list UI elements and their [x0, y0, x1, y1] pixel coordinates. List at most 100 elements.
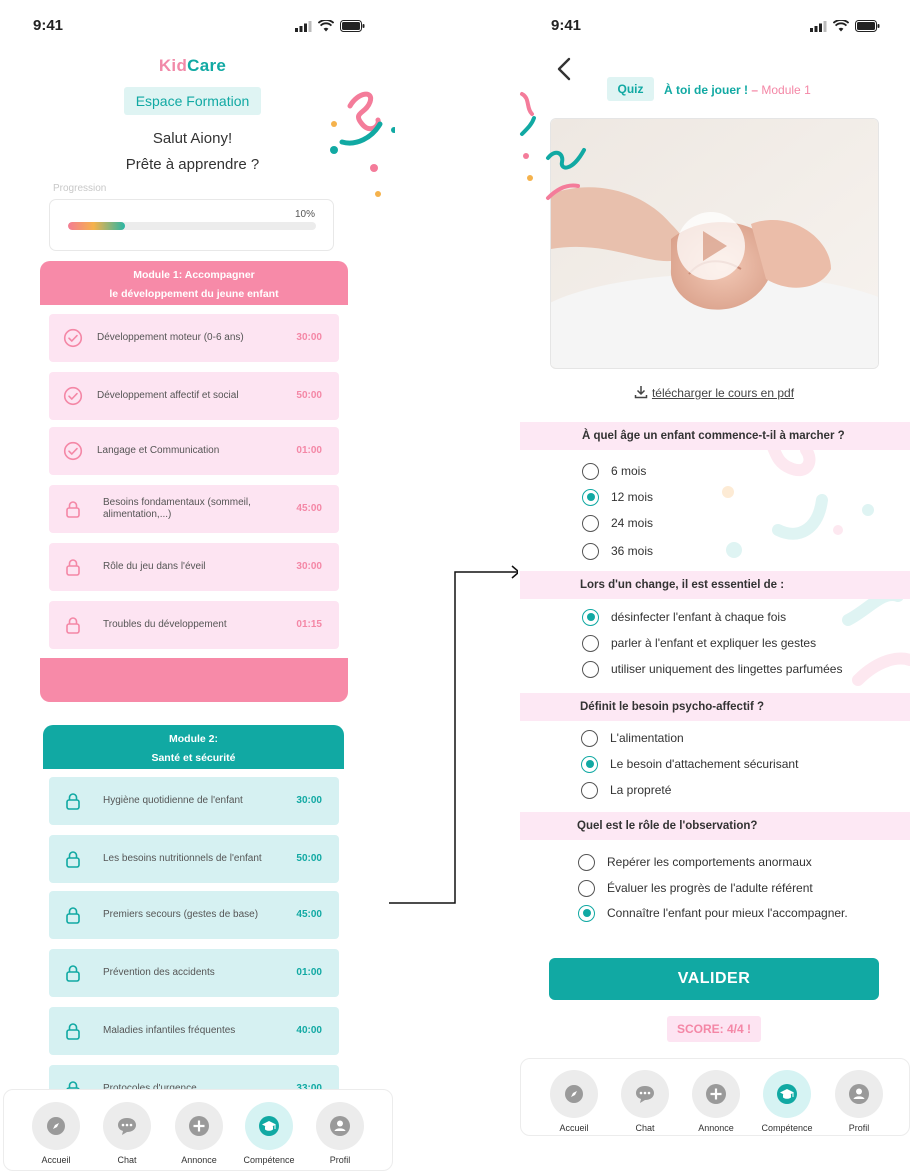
radio-button[interactable] — [582, 542, 599, 560]
lesson-row[interactable]: Rôle du jeu dans l'éveil 30:00 — [49, 543, 339, 591]
answer-label: 36 mois — [611, 544, 654, 558]
answer-option[interactable]: L'alimentation — [581, 729, 684, 747]
lesson-title: Hygiène quotidienne de l'enfant — [103, 795, 243, 806]
system-icons — [810, 20, 880, 32]
lesson-row[interactable]: Troubles du développement 01:15 — [49, 601, 339, 649]
status-time: 9:41 — [551, 17, 582, 34]
module1-header[interactable]: Module 1: Accompagner le développement d… — [40, 261, 348, 305]
radio-selected[interactable] — [581, 755, 598, 773]
lesson-duration: 01:00 — [296, 445, 322, 456]
radio-selected[interactable] — [582, 488, 599, 506]
module1-subtitle: le développement du jeune enfant — [109, 288, 279, 300]
answer-label: Repérer les comportements anormaux — [607, 855, 812, 869]
tab-accueil[interactable]: Accueil — [26, 1102, 86, 1165]
battery-icon — [855, 20, 880, 32]
answer-option[interactable]: 24 mois — [582, 514, 653, 532]
lesson-row[interactable]: Hygiène quotidienne de l'enfant 30:00 — [49, 777, 339, 825]
lesson-title: Premiers secours (gestes de base) — [103, 909, 259, 920]
lesson-title: Troubles du développement — [103, 619, 227, 630]
tab-comptence[interactable]: Compétence — [239, 1102, 299, 1165]
radio-button[interactable] — [582, 634, 599, 652]
tab-chat[interactable]: Chat — [97, 1102, 157, 1165]
logo-care: Care — [187, 56, 227, 75]
radio-selected[interactable] — [582, 608, 599, 626]
lesson-title: Développement moteur (0-6 ans) — [97, 332, 244, 343]
tab-label: Compétence — [243, 1155, 295, 1165]
answer-option[interactable]: 12 mois — [582, 488, 653, 506]
answer-option[interactable]: 6 mois — [582, 462, 646, 480]
answer-option[interactable]: Connaître l'enfant pour mieux l'accompag… — [578, 904, 848, 922]
tab-chat[interactable]: Chat — [615, 1070, 675, 1133]
answer-option[interactable]: désinfecter l'enfant à chaque fois — [582, 608, 786, 626]
lesson-duration: 30:00 — [296, 332, 322, 343]
check-circle-icon — [63, 441, 83, 461]
answer-option[interactable]: utiliser uniquement des lingettes parfum… — [582, 660, 842, 678]
lock-icon — [63, 905, 83, 925]
radio-button[interactable] — [582, 514, 599, 532]
module2-subtitle: Santé et sécurité — [151, 752, 236, 764]
answer-label: utiliser uniquement des lingettes parfum… — [611, 662, 843, 676]
signal-icon — [810, 20, 827, 32]
check-circle-icon — [63, 328, 83, 348]
radio-button[interactable] — [581, 781, 598, 799]
system-icons — [295, 20, 365, 32]
question-header: Lors d'un change, il est essentiel de : — [520, 571, 910, 599]
answer-option[interactable]: La propreté — [581, 781, 671, 799]
question-header: À quel âge un enfant commence-t-il à mar… — [520, 422, 910, 450]
back-arrow-icon[interactable] — [554, 56, 574, 82]
progress-label: Progression — [53, 183, 107, 194]
lesson-duration: 30:00 — [296, 561, 322, 572]
user-icon — [316, 1102, 364, 1150]
question-header: Quel est le rôle de l'observation? — [520, 812, 910, 840]
quiz-title: À toi de jouer ! – Module 1 — [664, 83, 811, 97]
lesson-duration: 01:15 — [296, 619, 322, 630]
tab-label: Annonce — [181, 1155, 217, 1165]
lesson-row[interactable]: Les besoins nutritionnels de l'enfant 50:… — [49, 835, 339, 883]
radio-button[interactable] — [578, 879, 595, 897]
radio-button[interactable] — [582, 660, 599, 678]
module1-footer — [40, 658, 348, 702]
validate-button[interactable]: VALIDER — [549, 958, 879, 1000]
lock-icon — [63, 849, 83, 869]
tab-accueil[interactable]: Accueil — [544, 1070, 604, 1133]
radio-button[interactable] — [578, 853, 595, 871]
tab-profil[interactable]: Profil — [310, 1102, 370, 1165]
lesson-title: Rôle du jeu dans l'éveil — [103, 561, 206, 572]
plus-icon — [175, 1102, 223, 1150]
download-pdf-link[interactable]: télécharger le cours en pdf — [518, 385, 910, 400]
radio-button[interactable] — [582, 462, 599, 480]
formation-screen: 9:41 KidCare Espace Formation Salut Aion… — [0, 0, 395, 1172]
answer-label: La propreté — [610, 783, 672, 797]
status-bar: 9:41 — [518, 16, 910, 38]
answer-label: 6 mois — [611, 464, 647, 478]
lesson-row[interactable]: Langage et Communication 01:00 — [49, 427, 339, 475]
tab-comptence[interactable]: Compétence — [757, 1070, 817, 1133]
video-player[interactable] — [550, 118, 879, 369]
tab-profil[interactable]: Profil — [829, 1070, 889, 1133]
lesson-row[interactable]: Maladies infantiles fréquentes 40:00 — [49, 1007, 339, 1055]
tab-annonce[interactable]: Annonce — [686, 1070, 746, 1133]
lesson-row[interactable]: Prévention des accidents 01:00 — [49, 949, 339, 997]
module2-header[interactable]: Module 2: Santé et sécurité — [43, 725, 344, 769]
answer-label: Connaître l'enfant pour mieux l'accompag… — [607, 906, 848, 920]
lesson-row[interactable]: Besoins fondamentaux (sommeil, alimentat… — [49, 485, 339, 533]
lesson-title: Développement affectif et social — [97, 390, 239, 401]
bottom-tab-bar: Accueil Chat Annonce Compétence Profil — [520, 1058, 910, 1136]
lesson-row[interactable]: Développement affectif et social 50:00 — [49, 372, 339, 420]
compass-icon — [32, 1102, 80, 1150]
answer-option[interactable]: Le besoin d'attachement sécurisant — [581, 755, 798, 773]
answer-label: Évaluer les progrès de l'adulte référent — [607, 881, 813, 895]
lock-icon — [63, 557, 83, 577]
status-bar: 9:41 — [0, 16, 395, 38]
answer-option[interactable]: Évaluer les progrès de l'adulte référent — [578, 879, 813, 897]
answer-option[interactable]: Repérer les comportements anormaux — [578, 853, 812, 871]
answer-option[interactable]: parler à l'enfant et expliquer les geste… — [582, 634, 816, 652]
tab-annonce[interactable]: Annonce — [169, 1102, 229, 1165]
lesson-row[interactable]: Premiers secours (gestes de base) 45:00 — [49, 891, 339, 939]
radio-selected[interactable] — [578, 904, 595, 922]
lock-icon — [63, 499, 83, 519]
signal-icon — [295, 20, 312, 32]
lesson-row[interactable]: Développement moteur (0-6 ans) 30:00 — [49, 314, 339, 362]
answer-option[interactable]: 36 mois — [582, 542, 653, 560]
radio-button[interactable] — [581, 729, 598, 747]
